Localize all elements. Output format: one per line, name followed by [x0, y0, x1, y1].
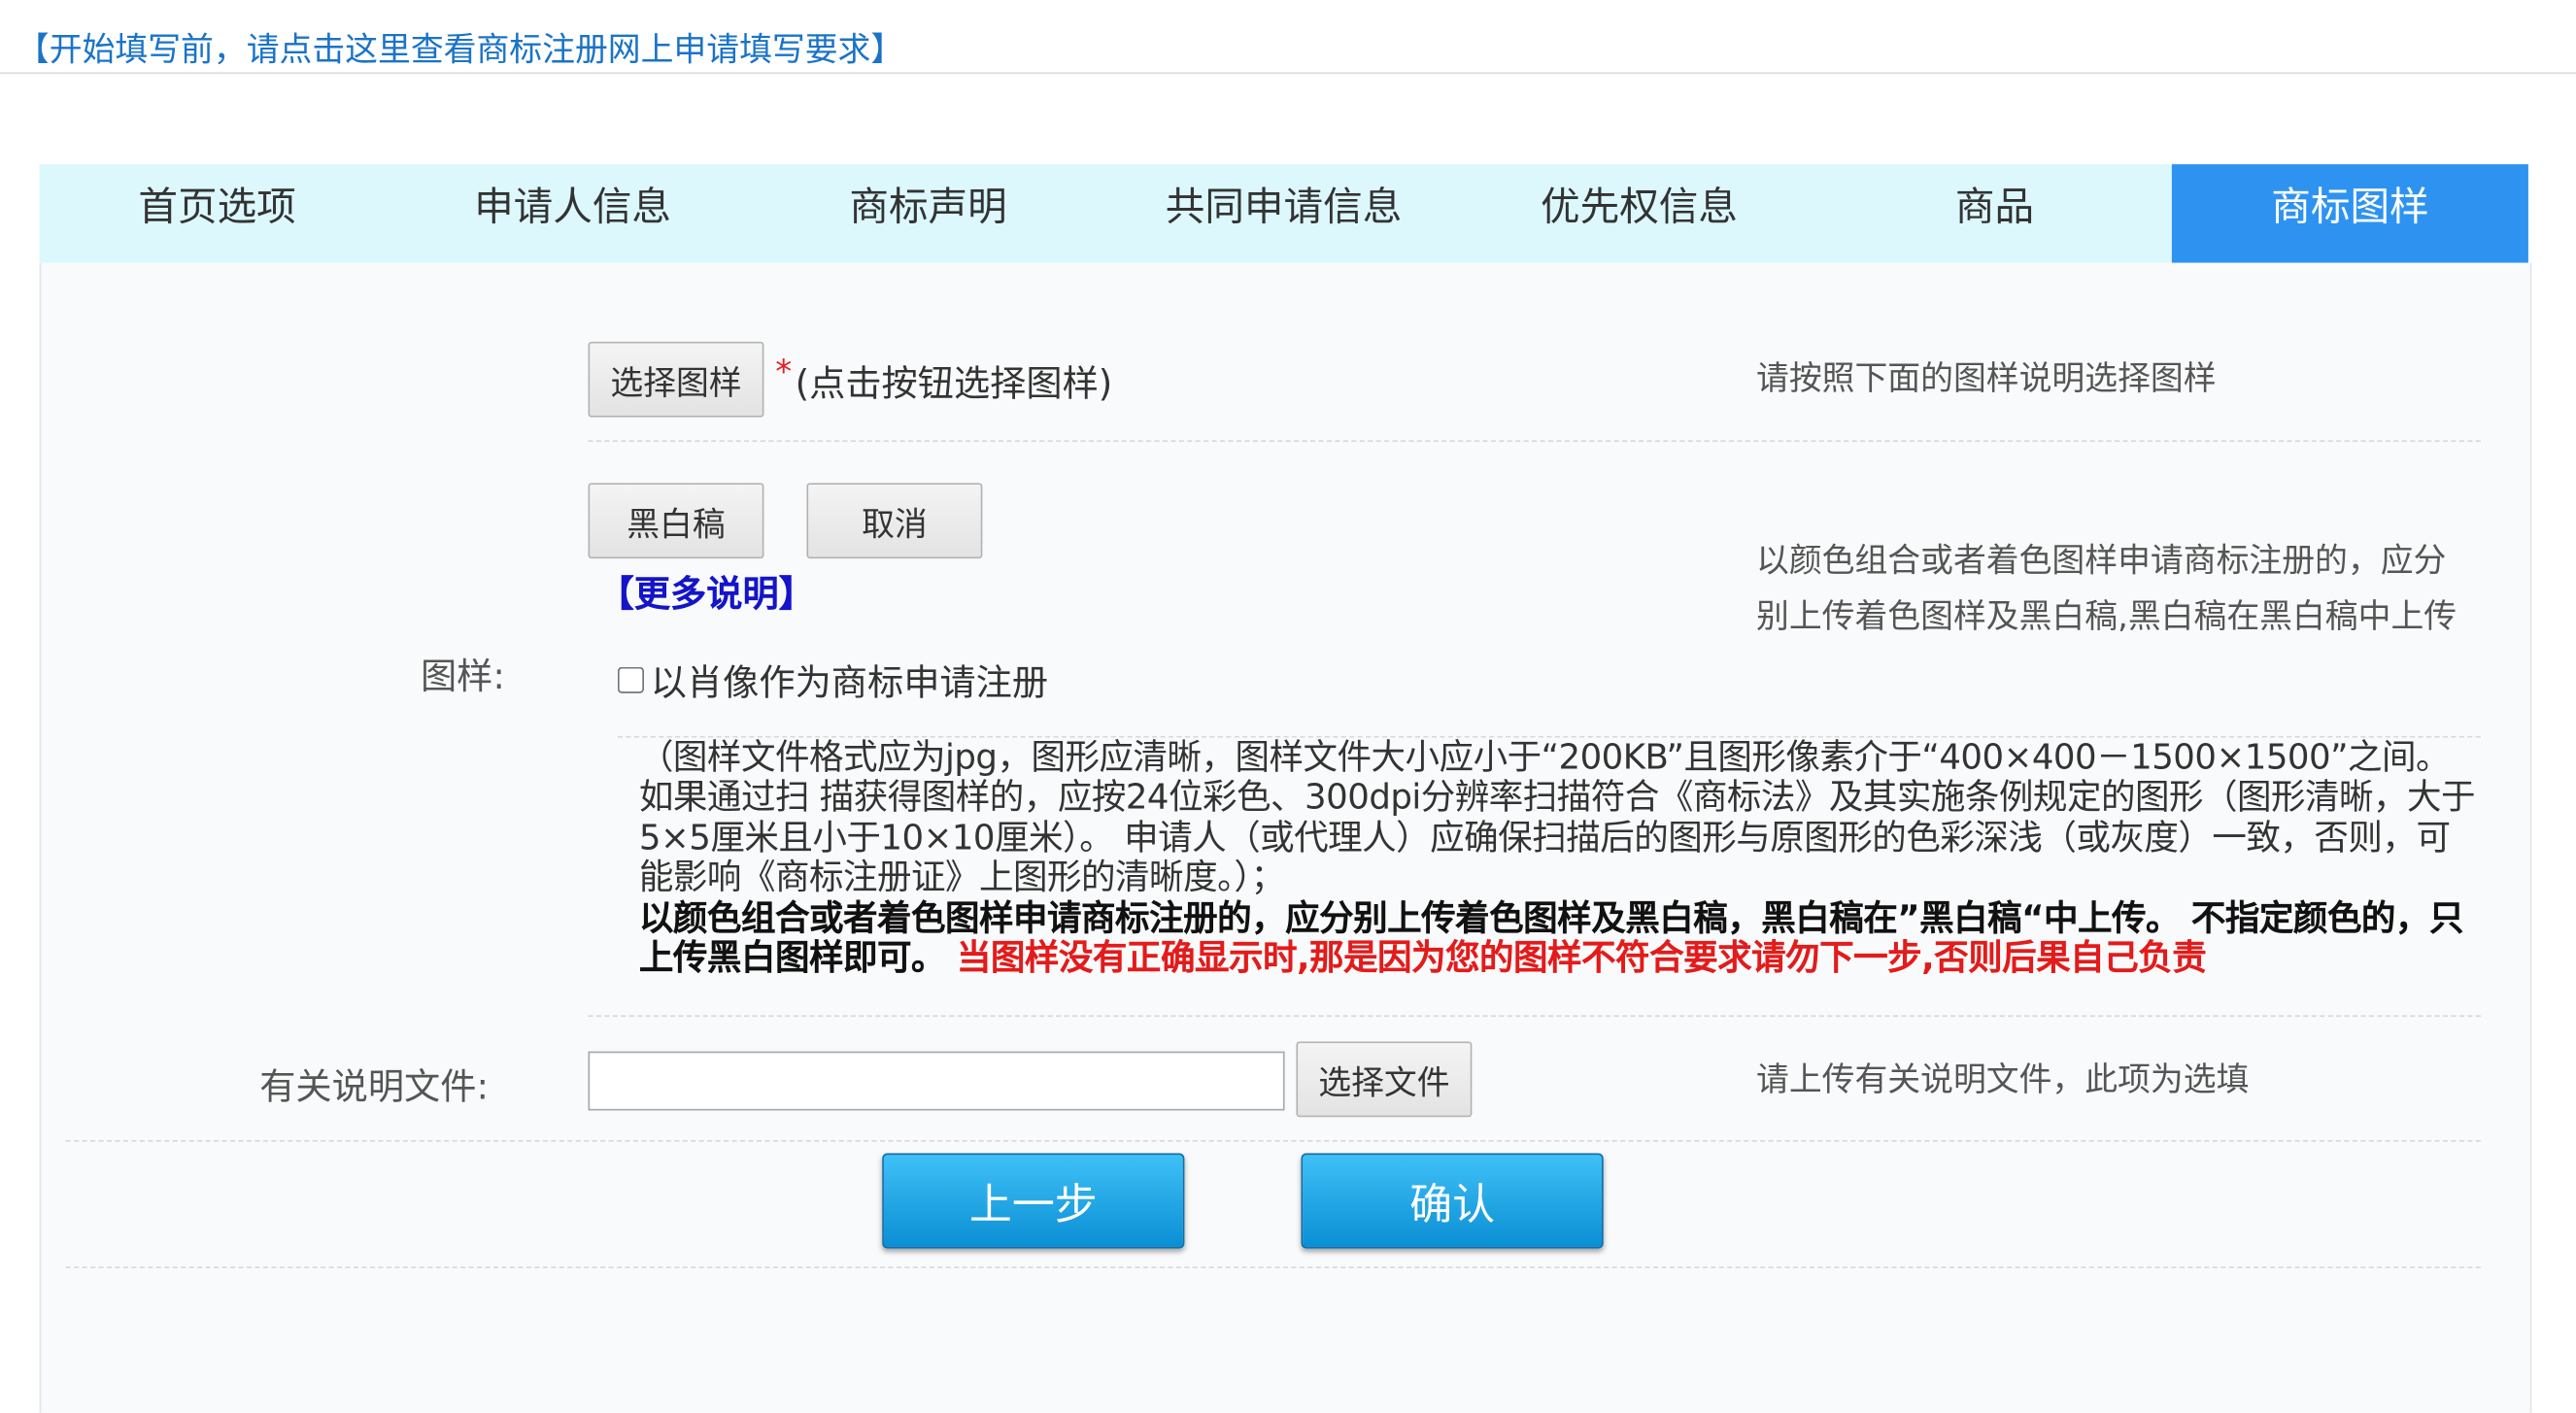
portrait-checkbox[interactable]: [617, 666, 644, 693]
row-divider: [65, 1266, 2481, 1268]
description-file-hint: 请上传有关说明文件，此项为选填: [1755, 1060, 2250, 1099]
portrait-option[interactable]: 以肖像作为商标申请注册: [617, 654, 1049, 706]
required-mark: *: [775, 352, 793, 391]
cancel-button[interactable]: 取消: [806, 483, 983, 559]
choose-file-button[interactable]: 选择文件: [1296, 1041, 1473, 1118]
color-hint-line-1: 以颜色组合或者着色图样申请商标注册的，应分: [1755, 540, 2447, 581]
notice-bar: 【开始填写前，请点击这里查看商标注册网上申请填写要求】: [0, 0, 2576, 75]
tab-trademark-image[interactable]: 商标图样: [2172, 164, 2528, 263]
choose-image-right-hint: 请按照下面的图样说明选择图样: [1755, 357, 2217, 398]
choose-image-hint: (点击按钮选择图样): [795, 364, 1113, 406]
requirements-warning-text: 当图样没有正确显示时,那是因为您的图样不符合要求请勿下一步,否则后果自己负责: [945, 937, 2207, 978]
row-divider: [588, 1015, 2481, 1018]
confirm-button[interactable]: 确认: [1301, 1153, 1604, 1249]
tab-home-options[interactable]: 首页选项: [40, 164, 395, 262]
page: 【开始填写前，请点击这里查看商标注册网上申请填写要求】 首页选项 申请人信息 商…: [0, 0, 2576, 1413]
description-file-label: 有关说明文件:: [259, 1067, 490, 1109]
tab-joint-application[interactable]: 共同申请信息: [1106, 164, 1462, 262]
choose-image-button[interactable]: 选择图样: [588, 341, 764, 418]
row-divider: [588, 440, 2481, 443]
requirements-normal-text: （图样文件格式应为jpg，图形应清晰，图样文件大小应小于“200KB”且图形像素…: [638, 737, 2476, 897]
requirements-link[interactable]: 【开始填写前，请点击这里查看商标注册网上申请填写要求】: [17, 23, 903, 71]
tab-trademark-declaration[interactable]: 商标声明: [751, 164, 1106, 262]
bw-draft-button[interactable]: 黑白稿: [588, 483, 764, 559]
previous-step-button[interactable]: 上一步: [882, 1153, 1185, 1249]
tab-goods[interactable]: 商品: [1816, 164, 2172, 262]
tab-bar: 首页选项 申请人信息 商标声明 共同申请信息 优先权信息 商品 商标图样: [39, 164, 2528, 263]
row-divider: [65, 1139, 2481, 1142]
color-hint-line-2: 别上传着色图样及黑白稿,黑白稿在黑白稿中上传: [1755, 596, 2457, 636]
more-info-link[interactable]: 【更多说明】: [598, 565, 815, 618]
description-file-input[interactable]: [588, 1051, 1285, 1111]
image-field-label: 图样:: [420, 656, 505, 698]
portrait-checkbox-label: 以肖像作为商标申请注册: [650, 663, 1049, 705]
image-requirements-text: （图样文件格式应为jpg，图形应清晰，图样文件大小应小于“200KB”且图形像素…: [639, 738, 2483, 979]
tab-applicant-info[interactable]: 申请人信息: [395, 164, 751, 262]
tab-priority-info[interactable]: 优先权信息: [1462, 164, 1817, 262]
